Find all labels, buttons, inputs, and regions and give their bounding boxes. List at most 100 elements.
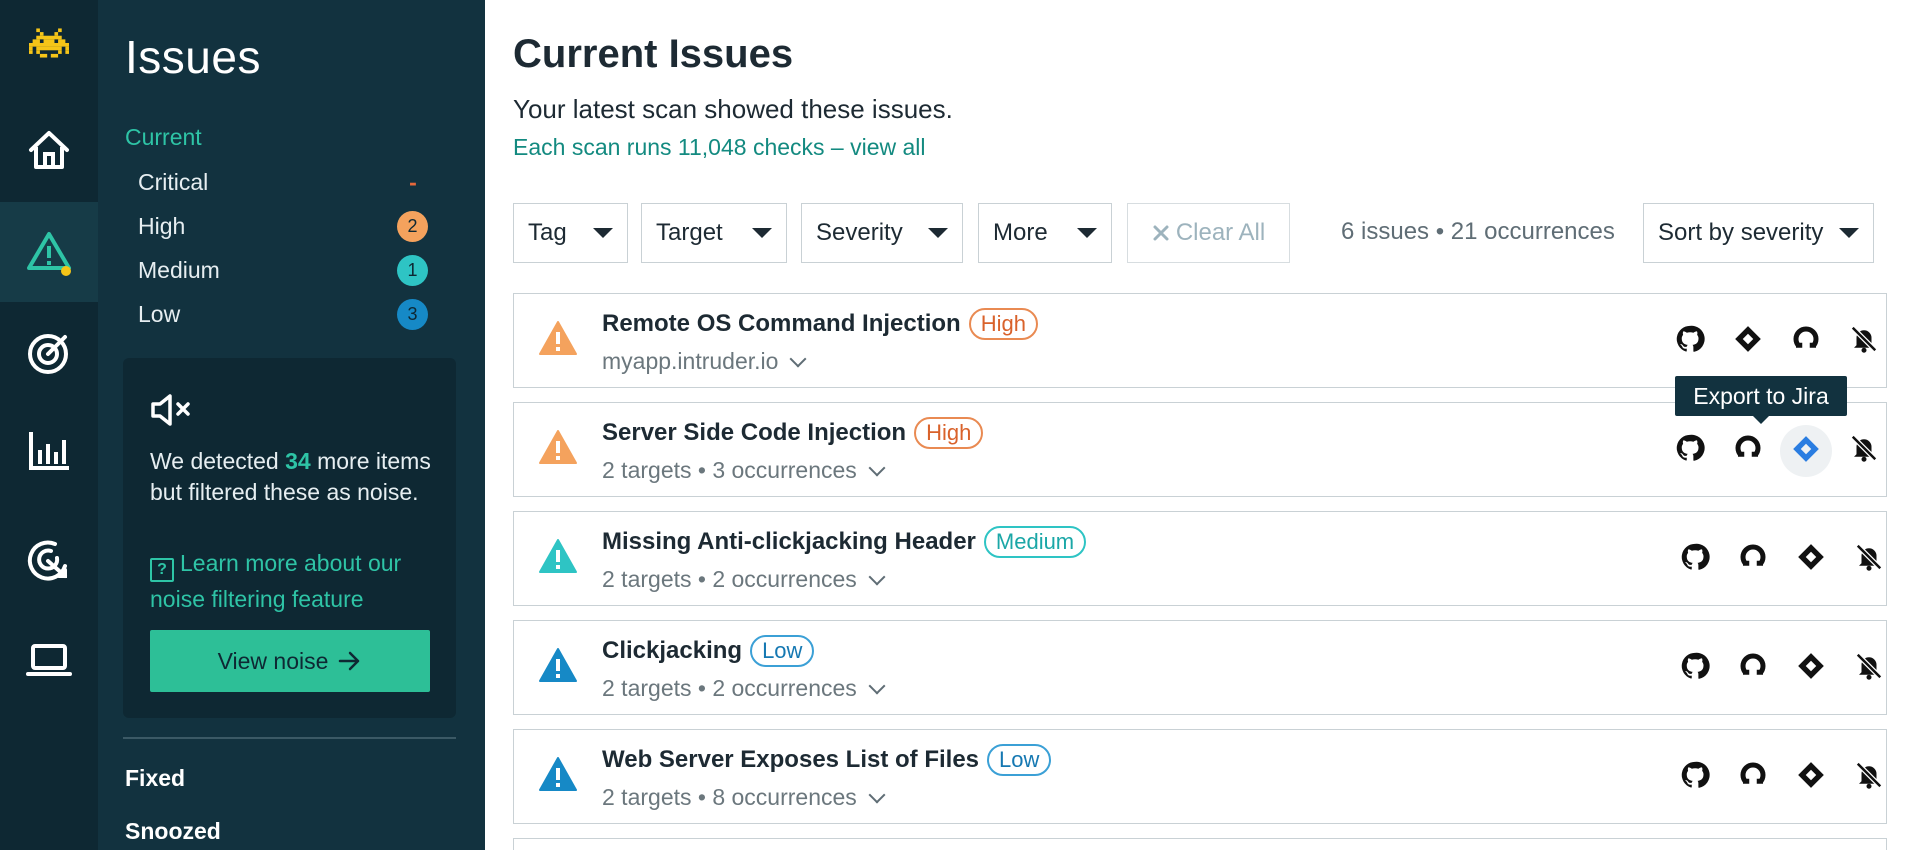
severity-badge: Low: [750, 635, 815, 667]
sidebar-item-high[interactable]: High 2: [138, 206, 428, 246]
github-button[interactable]: [1661, 425, 1719, 475]
issue-meta-toggle[interactable]: 2 targets • 2 occurrences: [602, 675, 886, 702]
view-all-checks-link[interactable]: Each scan runs 11,048 checks – view all: [513, 134, 926, 161]
issue-meta: 2 targets • 3 occurrences: [602, 457, 857, 483]
issue-card[interactable]: [513, 838, 1887, 850]
github-button[interactable]: [1666, 534, 1724, 584]
mute-icon: [151, 394, 190, 426]
issue-title[interactable]: Web Server Exposes List of Files Low: [602, 744, 1052, 776]
home-icon: [29, 131, 69, 169]
jira-icon: [1734, 325, 1762, 358]
app: Issues Current Critical - High 2 Medium …: [0, 0, 1907, 850]
jira-button[interactable]: [1782, 752, 1840, 802]
rail-devices[interactable]: [0, 610, 98, 710]
snooze-bell-icon: [1854, 542, 1884, 577]
rail-home[interactable]: [0, 100, 98, 200]
snooze-bell-icon: [1849, 433, 1879, 468]
issue-title[interactable]: Missing Anti-clickjacking Header Medium: [602, 526, 1087, 558]
gitlab-icon: [1733, 433, 1763, 468]
issue-meta: 2 targets • 8 occurrences: [602, 784, 857, 810]
issue-title[interactable]: Server Side Code Injection High: [602, 417, 984, 449]
gitlab-icon: [1738, 651, 1768, 686]
critical-count: -: [409, 168, 417, 195]
github-button[interactable]: [1666, 643, 1724, 693]
clear-all-button[interactable]: Clear All: [1127, 203, 1290, 263]
gitlab-button[interactable]: [1724, 643, 1782, 693]
gitlab-button[interactable]: [1724, 534, 1782, 584]
rail-targets[interactable]: [0, 303, 98, 403]
severity-filter-dropdown[interactable]: Severity: [801, 203, 963, 263]
tag-filter-dropdown[interactable]: Tag: [513, 203, 628, 263]
sidebar-item-snoozed[interactable]: Snoozed: [125, 818, 221, 845]
gitlab-icon: [1738, 542, 1768, 577]
issue-card[interactable]: Missing Anti-clickjacking Header Medium 2 …: [513, 511, 1887, 606]
snooze-bell-button[interactable]: [1835, 425, 1893, 475]
icon-rail: [0, 0, 98, 850]
sidebar-item-fixed[interactable]: Fixed: [125, 765, 185, 792]
severity-filter-label: Severity: [816, 219, 903, 246]
jira-icon: [1797, 543, 1825, 576]
issue-title[interactable]: Clickjacking Low: [602, 635, 815, 667]
severity-badge: High: [914, 417, 984, 449]
gitlab-button[interactable]: [1719, 425, 1777, 475]
issue-meta-toggle[interactable]: 2 targets • 8 occurrences: [602, 784, 886, 811]
gitlab-icon: [1791, 324, 1821, 359]
sidebar-item-label: Medium: [138, 256, 220, 283]
issue-card[interactable]: Clickjacking Low 2 targets • 2 occurrences: [513, 620, 1887, 715]
sidebar-item-medium[interactable]: Medium 1: [138, 250, 428, 290]
gitlab-button[interactable]: [1724, 752, 1782, 802]
sidebar-item-critical[interactable]: Critical -: [138, 162, 428, 202]
noise-count: 34: [285, 448, 311, 474]
caret-down-icon: [1077, 228, 1097, 238]
caret-down-icon: [752, 228, 772, 238]
export-to-jira-tooltip: Export to Jira: [1675, 376, 1847, 424]
rail-radar[interactable]: [0, 510, 98, 610]
github-button[interactable]: [1666, 752, 1724, 802]
issue-card[interactable]: Server Side Code Injection High 2 targets …: [513, 402, 1887, 497]
snooze-bell-button[interactable]: [1840, 752, 1898, 802]
issue-meta-toggle[interactable]: 2 targets • 2 occurrences: [602, 566, 886, 593]
radar-icon: [27, 540, 67, 581]
snooze-bell-button[interactable]: [1835, 316, 1893, 366]
severity-badge: Low: [987, 744, 1052, 776]
issue-card[interactable]: Remote OS Command Injection High myapp.int…: [513, 293, 1887, 388]
target-filter-dropdown[interactable]: Target: [641, 203, 787, 263]
warning-icon: [539, 648, 577, 682]
gitlab-button[interactable]: [1777, 316, 1835, 366]
issue-meta: 2 targets • 2 occurrences: [602, 675, 857, 701]
laptop-icon: [26, 644, 72, 676]
warning-icon: [539, 539, 577, 573]
caret-down-icon: [593, 228, 613, 238]
issue-meta-toggle[interactable]: 2 targets • 3 occurrences: [602, 457, 886, 484]
issue-card[interactable]: Web Server Exposes List of Files Low 2 tar…: [513, 729, 1887, 824]
jira-button[interactable]: [1782, 534, 1840, 584]
noise-learn-more-link[interactable]: ? Learn more about our noise filtering fe…: [150, 546, 445, 616]
snooze-bell-button[interactable]: [1840, 534, 1898, 584]
chevron-down-icon: [868, 786, 886, 803]
jira-icon: [1797, 652, 1825, 685]
logo[interactable]: [0, 0, 98, 85]
issue-title[interactable]: Remote OS Command Injection High: [602, 308, 1038, 340]
caret-down-icon: [1839, 228, 1859, 238]
caret-down-icon: [928, 228, 948, 238]
more-filter-dropdown[interactable]: More: [978, 203, 1112, 263]
bar-chart-icon: [29, 432, 69, 470]
sort-dropdown[interactable]: Sort by severity: [1643, 203, 1874, 263]
jira-button[interactable]: [1719, 316, 1777, 366]
jira-button[interactable]: [1780, 425, 1832, 477]
issue-meta-toggle[interactable]: myapp.intruder.io: [602, 348, 807, 375]
jira-button[interactable]: [1782, 643, 1840, 693]
help-icon: ?: [150, 558, 174, 582]
sidebar-current-label[interactable]: Current: [125, 124, 202, 151]
severity-badge: High: [968, 308, 1038, 340]
rail-reports[interactable]: [0, 400, 98, 500]
high-count-badge: 2: [397, 210, 428, 242]
page-title: Current Issues: [513, 32, 794, 76]
sidebar-item-low[interactable]: Low 3: [138, 294, 428, 334]
github-icon: [1680, 651, 1710, 686]
github-button[interactable]: [1661, 316, 1719, 366]
snooze-bell-button[interactable]: [1840, 643, 1898, 693]
view-noise-button[interactable]: View noise: [150, 630, 430, 692]
rail-issues[interactable]: [0, 202, 98, 302]
target-filter-label: Target: [656, 219, 723, 246]
